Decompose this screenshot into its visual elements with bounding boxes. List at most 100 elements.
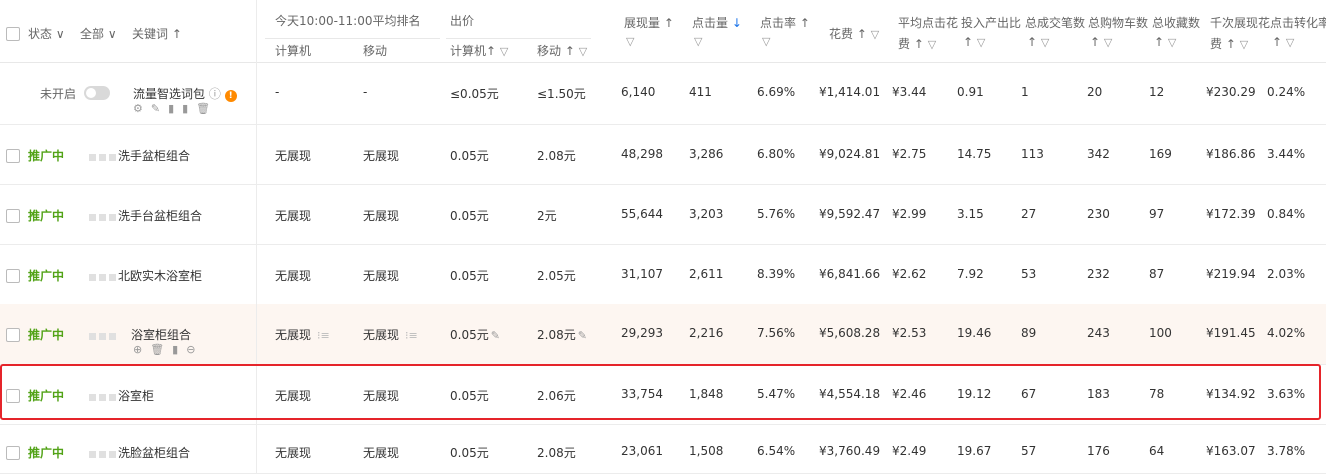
row-checkbox[interactable] <box>6 209 20 223</box>
enable-toggle[interactable] <box>84 86 110 100</box>
cell-favs: 100 <box>1149 326 1172 340</box>
cvr-header: 点击转化率 <box>1270 16 1326 30</box>
filter-icon[interactable]: ▽ <box>928 38 936 51</box>
cell-value: 0.05元 <box>450 446 489 460</box>
cell-value: ¥2.62 <box>892 267 927 281</box>
cell-clicks: 1,508 <box>689 444 723 458</box>
filter-icon[interactable]: ▽ <box>694 35 702 48</box>
all-filter[interactable]: 全部 ∨ <box>80 25 117 42</box>
cell-value: 87 <box>1149 267 1165 281</box>
cell-value: 64 <box>1149 444 1165 458</box>
cell-bid-mobile: 2元 <box>537 207 557 224</box>
roi-header-sort[interactable]: ↑ ▽ <box>963 35 985 49</box>
edit-icon[interactable]: ✎ <box>491 329 500 342</box>
table-row[interactable]: 推广中 浴室柜组合 ⊕🗑▮⊖ 无展现 ⁝≡ 无展现 ⁝≡ 0.05元 ✎ 2.08元 ✎ 29,293… <box>0 304 1326 365</box>
table-row[interactable]: 推广中 洗手盆柜组合 无展现 无展现 0.05元 2.08元 48,298 3,286 6.80… <box>0 124 1326 185</box>
cell-value: 14.75 <box>957 147 992 161</box>
row-checkbox[interactable] <box>6 269 20 283</box>
cell-rank-mobile: 无展现 <box>363 147 399 164</box>
cell-favs: 87 <box>1149 267 1164 281</box>
help-icon[interactable]: ⓘ <box>209 87 221 101</box>
row-action-icons[interactable]: ⊕🗑▮⊖ <box>133 343 203 356</box>
table-row[interactable]: 推广中 洗手台盆柜组合 无展现 无展现 0.05元 2元 55,644 3,203 5.76% ¥… <box>0 184 1326 245</box>
rank-header: 今天10:00-11:00平均排名 <box>275 14 421 28</box>
orders-header-sort[interactable]: ↑ ▽ <box>1027 35 1049 49</box>
cell-rank-mobile: - <box>363 85 367 99</box>
cell-value: 23,061 <box>621 444 663 458</box>
clicks-header[interactable]: 点击量 ↓ <box>692 14 742 31</box>
cell-value: 2,216 <box>689 326 724 340</box>
cell-cpm: ¥219.94 <box>1206 267 1256 281</box>
cell-ctr: 6.69% <box>757 85 795 99</box>
filter-icon[interactable]: ▽ <box>579 45 587 58</box>
filter-icon[interactable]: ▽ <box>1240 38 1248 51</box>
cell-ctr: 6.80% <box>757 147 795 161</box>
cell-bid-pc: 0.05元 ✎ <box>450 326 500 343</box>
cell-bid-pc: 0.05元 <box>450 267 489 284</box>
rank-chart-icon[interactable]: ⁝≡ <box>405 329 418 342</box>
row-checkbox[interactable] <box>6 149 20 163</box>
sort-icon: ↑ <box>171 27 182 41</box>
filter-icon[interactable]: ▽ <box>977 36 985 49</box>
keyword-sort[interactable]: 关键词 ↑ <box>132 25 182 42</box>
cell-roi: 19.46 <box>957 326 991 340</box>
cell-value: - <box>363 85 368 99</box>
cell-value: 8.39% <box>757 267 796 281</box>
filter-icon[interactable]: ▽ <box>871 28 879 41</box>
row-action-icons[interactable]: ⚙✎▮▮🗑 <box>133 102 218 115</box>
cell-cpm: ¥172.39 <box>1206 207 1256 221</box>
sort-icon: ↑ <box>963 35 974 49</box>
carts-header-sort[interactable]: ↑ ▽ <box>1090 35 1112 49</box>
cvr-header-sort[interactable]: ↑ ▽ <box>1272 35 1294 49</box>
keyword-label: 北欧实木浴室柜 <box>118 269 203 283</box>
table-row[interactable]: 推广中 洗脸盆柜组合 无展现 无展现 0.05元 2.08元 23,061 1,508 6.54… <box>0 424 1326 474</box>
cell-bid-pc: 0.05元 <box>450 444 489 461</box>
cell-value: 1,508 <box>689 444 724 458</box>
filter-icon[interactable]: ▽ <box>1168 36 1176 49</box>
bid-mobile-header[interactable]: 移动 ↑ ▽ <box>537 42 587 59</box>
cell-roi: 7.92 <box>957 267 984 281</box>
favs-header-sort[interactable]: ↑ ▽ <box>1154 35 1176 49</box>
cell-rank-pc: 无展现 ⁝≡ <box>275 326 330 343</box>
rank-chart-icon[interactable]: ⁝≡ <box>317 329 330 342</box>
filter-icon[interactable]: ▽ <box>1286 36 1294 49</box>
impressions-header[interactable]: 展现量 ↑ <box>624 14 674 31</box>
cell-orders: 89 <box>1021 326 1036 340</box>
row-checkbox[interactable] <box>6 328 20 342</box>
cell-value: - <box>275 85 280 99</box>
keyword-label: 洗手台盆柜组合 <box>118 209 203 223</box>
filter-icon[interactable]: ▽ <box>1104 36 1112 49</box>
bid-computer-header[interactable]: 计算机↑ ▽ <box>450 42 508 59</box>
avg-cpc-header-sort[interactable]: 费 ↑ ▽ <box>898 35 936 52</box>
filter-icon[interactable]: ▽ <box>762 35 770 48</box>
ctr-header[interactable]: 点击率 ↑ <box>760 14 810 31</box>
row-checkbox[interactable] <box>6 446 20 460</box>
cell-impressions: 29,293 <box>621 326 663 340</box>
cell-roi: 14.75 <box>957 147 991 161</box>
cell-value: 89 <box>1021 326 1037 340</box>
cell-value: 3,286 <box>689 147 724 161</box>
cell-bid-mobile: 2.05元 <box>537 267 576 284</box>
cell-value: ¥3,760.49 <box>819 444 881 458</box>
filter-icon[interactable]: ▽ <box>500 45 508 58</box>
sort-icon: ↑ <box>1027 35 1038 49</box>
keyword-text: 洗脸盆柜组合 <box>118 444 190 461</box>
filter-icon[interactable]: ▽ <box>626 35 634 48</box>
cell-rank-pc: 无展现 <box>275 207 311 224</box>
cell-orders: 1 <box>1021 85 1029 99</box>
table-row[interactable]: 推广中 北欧实木浴室柜 无展现 无展现 0.05元 2.05元 31,107 2,611 8.3… <box>0 244 1326 305</box>
cell-value: ¥172.39 <box>1206 207 1256 221</box>
table-row[interactable]: 未开启 流量智选词包 ⓘ ! ⚙✎▮▮🗑 - - ≤0.05元 ≤1.50元 6,140 411… <box>0 63 1326 125</box>
cell-value: 176 <box>1087 444 1110 458</box>
cell-cpm: ¥163.07 <box>1206 444 1256 458</box>
cell-spend: ¥5,608.28 <box>819 326 880 340</box>
edit-icon[interactable]: ✎ <box>578 329 587 342</box>
filter-icon[interactable]: ▽ <box>1041 36 1049 49</box>
select-all-checkbox[interactable] <box>6 27 20 41</box>
cell-value: ¥219.94 <box>1206 267 1256 281</box>
cpm-header-sort[interactable]: 费 ↑ ▽ <box>1210 35 1248 52</box>
sort-icon: ↑ <box>1272 35 1283 49</box>
warning-icon[interactable]: ! <box>224 90 237 102</box>
status-filter[interactable]: 状态 ∨ <box>28 25 65 42</box>
spend-header[interactable]: 花费 ↑ ▽ <box>829 25 879 42</box>
